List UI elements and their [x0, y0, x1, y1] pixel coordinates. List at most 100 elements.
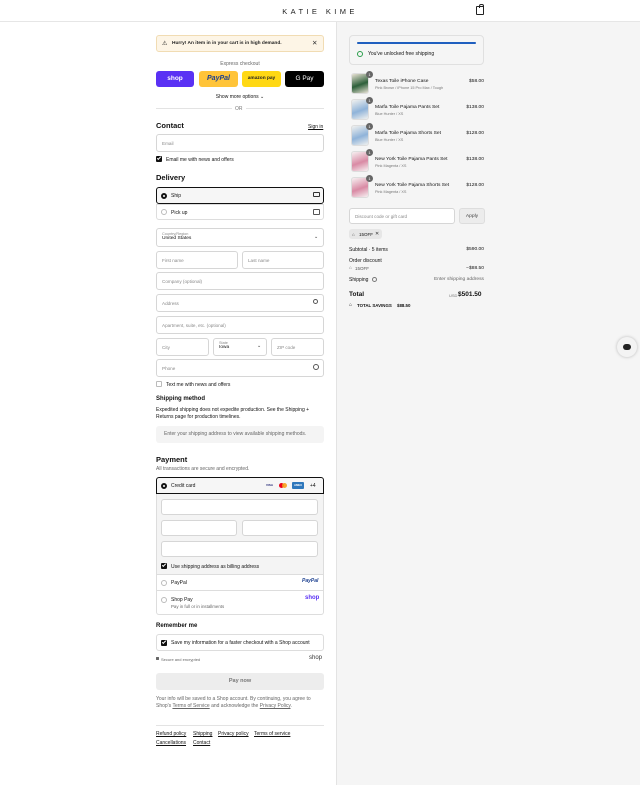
privacy-policy-link[interactable]: Privacy Policy — [260, 703, 291, 709]
chevron-down-icon: ⌄ — [260, 94, 265, 100]
email-field[interactable]: Email — [156, 134, 324, 152]
help-icon[interactable] — [372, 277, 377, 282]
pickup-radio[interactable] — [161, 209, 167, 215]
product-price: $58.00 — [469, 79, 484, 84]
total-savings-value: $88.50 — [397, 303, 411, 308]
free-shipping-progress-track — [357, 42, 476, 44]
ship-option[interactable] — [156, 187, 324, 204]
alert-text: Hurry! An item in in your cart is in hig… — [172, 41, 282, 46]
total-label: Total — [349, 291, 365, 298]
first-name-field[interactable]: First name — [156, 251, 238, 269]
billing-same-label: Use shipping address as billing address — [171, 564, 260, 570]
currency-label: USD — [449, 293, 458, 298]
show-more-options-link[interactable]: Show more options ⌄ — [156, 94, 324, 100]
pay-now-button[interactable]: Pay now — [156, 673, 324, 690]
shipping-method-placeholder: Enter your shipping address to view avai… — [156, 426, 324, 443]
more-card-brands: +4 — [310, 483, 316, 489]
brand-logo[interactable]: KATIE KIME — [0, 7, 640, 16]
security-code-field[interactable] — [242, 520, 318, 536]
amazon-pay-express-button[interactable]: amazon pay — [242, 71, 281, 87]
quantity-badge: 1 — [366, 123, 373, 130]
product-variant: Blue Hunter / XS — [375, 138, 404, 142]
text-offers-checkbox[interactable] — [156, 381, 162, 387]
shop-logo: shop — [309, 655, 323, 661]
address-field[interactable]: Address — [156, 294, 324, 312]
product-variant: Pink Magenta / XS — [375, 164, 407, 168]
shopping-bag-icon[interactable] — [476, 4, 484, 15]
last-name-field[interactable]: Last name — [242, 251, 324, 269]
shop-pay-option[interactable] — [156, 591, 324, 615]
shop-pay-sub: Pay in full or in installments — [171, 604, 225, 609]
discount-code-field[interactable]: Discount code or gift card — [349, 208, 455, 224]
country-select[interactable]: Country/Region United States — [156, 228, 324, 247]
credit-card-radio[interactable] — [161, 483, 167, 489]
shop-pay-radio[interactable] — [161, 597, 167, 603]
chat-launcher-button[interactable] — [617, 337, 637, 357]
card-number-field[interactable] — [161, 499, 318, 515]
remove-discount-icon[interactable]: ✕ — [375, 231, 379, 237]
visa-icon: VISA — [265, 483, 273, 487]
ship-label: Ship — [171, 193, 182, 199]
product-variant: Pink Brown / iPhone 15 Pro Max / Tough — [375, 86, 444, 90]
paypal-logo: PayPal — [302, 578, 319, 584]
product-name: Texas Toile iPhone Case — [375, 79, 429, 84]
phone-field[interactable]: Phone — [156, 359, 324, 377]
state-value: Iowa — [219, 345, 230, 350]
apply-button[interactable]: Apply — [459, 208, 485, 224]
ship-radio[interactable] — [161, 193, 167, 199]
shipping-method-heading: Shipping method — [156, 396, 205, 402]
help-icon[interactable] — [313, 364, 319, 370]
or-separator: OR — [232, 106, 246, 112]
terms-of-service-link[interactable]: Terms of Service — [172, 703, 209, 709]
refund-policy-link[interactable]: Refund policy — [156, 731, 186, 737]
pickup-label: Pick up — [171, 210, 188, 216]
product-price: $138.00 — [466, 157, 484, 162]
mastercard-icon — [278, 482, 289, 489]
legal-suffix: . — [290, 703, 292, 709]
terms-of-service-footer-link[interactable]: Terms of service — [254, 731, 290, 737]
country-value: United States — [162, 236, 192, 241]
zip-code-field[interactable]: ZIP code — [271, 338, 324, 356]
newsletter-checkbox[interactable] — [156, 156, 162, 162]
tag-icon: ⌂ — [349, 265, 352, 270]
delivery-heading: Delivery — [156, 173, 186, 182]
warning-icon: ⚠ — [162, 41, 168, 47]
subtotal-value: $590.00 — [466, 247, 484, 252]
product-name: Marfa Toile Pajama Pants Set — [375, 105, 440, 110]
amex-icon: AMEX — [292, 482, 304, 489]
quantity-badge: 1 — [366, 97, 373, 104]
remember-me-heading: Remember me — [156, 623, 198, 629]
shipping-link[interactable]: Shipping — [193, 731, 212, 737]
shop-pay-logo: shop — [305, 595, 320, 601]
contact-link[interactable]: Contact — [193, 740, 210, 746]
name-on-card-field[interactable] — [161, 541, 318, 557]
shipping-method-note: Expedited shipping does not expedite pro… — [156, 407, 310, 420]
save-info-checkbox[interactable] — [161, 640, 167, 646]
paypal-express-button[interactable]: PayPal — [199, 71, 238, 87]
product-price: $128.00 — [466, 183, 484, 188]
save-info-label: Save my information for a faster checkou… — [171, 640, 310, 646]
legal-middle: and acknowledge the — [211, 703, 259, 709]
close-icon[interactable]: ✕ — [312, 39, 317, 47]
privacy-policy-footer-link[interactable]: Privacy policy — [218, 731, 249, 737]
billing-same-checkbox[interactable] — [161, 563, 167, 569]
company-field[interactable]: Company (optional) — [156, 272, 324, 290]
google-pay-express-button[interactable]: G Pay — [285, 71, 324, 87]
discount-code-line: 15OFF — [355, 266, 370, 271]
legal-text: Your info will be saved to a Shop accoun… — [156, 696, 324, 710]
newsletter-label: Email me with news and offers — [166, 157, 234, 163]
shop-pay-express-button[interactable]: shop — [156, 71, 194, 87]
sign-in-link[interactable]: Sign in — [308, 124, 323, 130]
apartment-field[interactable]: Apartment, suite, etc. (optional) — [156, 316, 324, 334]
paypal-radio[interactable] — [161, 580, 167, 586]
payment-subtitle: All transactions are secure and encrypte… — [156, 466, 250, 472]
free-shipping-progress-fill — [357, 42, 476, 44]
show-more-label: Show more options — [215, 94, 259, 100]
product-name: Marfa Toile Pajama Shorts Set — [375, 131, 441, 136]
shipping-label: Shipping — [349, 277, 369, 283]
store-icon — [313, 209, 320, 215]
cancellations-link[interactable]: Cancellations — [156, 740, 186, 746]
city-field[interactable]: City — [156, 338, 209, 356]
payment-heading: Payment — [156, 455, 188, 464]
expiration-date-field[interactable] — [161, 520, 237, 536]
